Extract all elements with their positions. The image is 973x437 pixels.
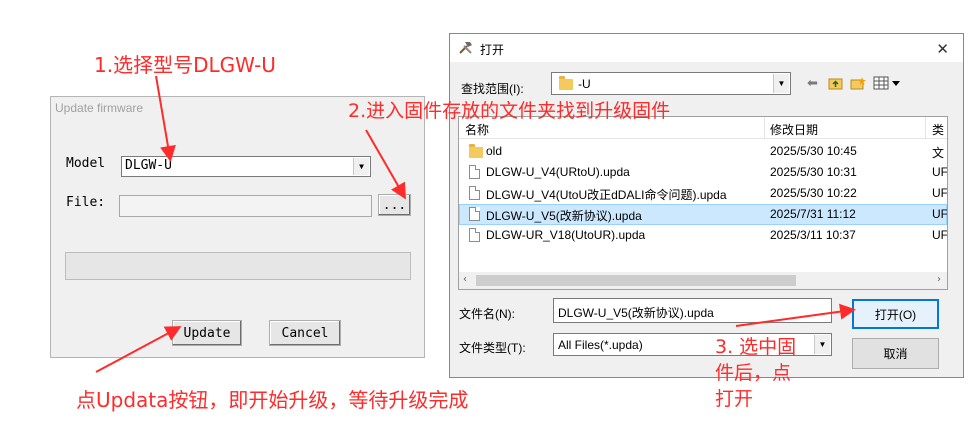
- arrow-to-update: [95, 326, 182, 373]
- arrow-to-open: [735, 303, 856, 327]
- arrow-to-model: [155, 75, 176, 162]
- annotation-arrows: [95, 75, 856, 373]
- arrow-to-browse: [365, 129, 406, 200]
